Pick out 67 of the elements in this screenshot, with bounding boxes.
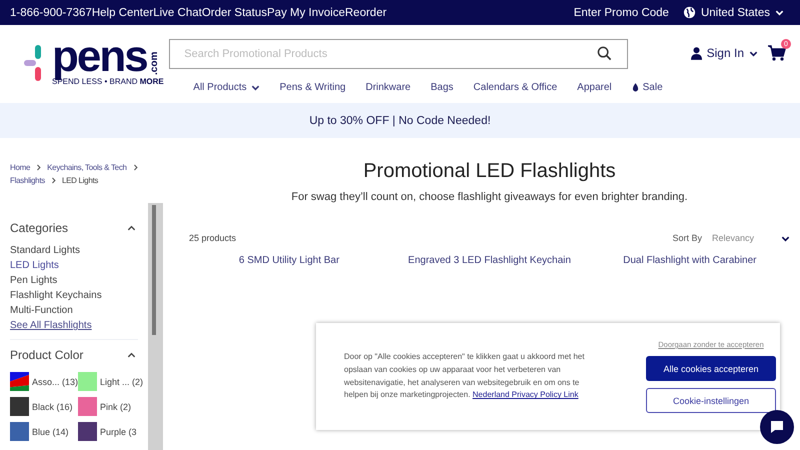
top-bar-link[interactable]: Reorder [345, 6, 387, 18]
search-icon [597, 46, 612, 61]
privacy-policy-link[interactable]: Nederland Privacy Policy Link [472, 390, 578, 400]
top-bar-link[interactable]: Pay My Invoice [267, 6, 345, 18]
top-bar-link[interactable]: 1-866-900-7367 [10, 6, 92, 18]
cookie-notice-text: Door op "Alle cookies accepteren" te klikken gaat u akkoord met het opslaan van cookies op uw apparaat voor het verbeteren van websitenavigatie, het analyseren van websitegebruik en om ons te helpen bij onze marketingprojecten. Nederland Privacy Policy Link [344, 350, 586, 402]
category-link[interactable]: See All Flashlights [10, 318, 92, 333]
top-bar-link[interactable]: Help Center [92, 6, 154, 18]
user-icon [690, 46, 702, 60]
chat-bubble-icon [770, 420, 784, 434]
category-link[interactable]: Standard Lights [10, 243, 138, 258]
breadcrumb-link[interactable]: Flashlights [10, 176, 45, 185]
chat-button[interactable] [760, 410, 794, 444]
nav-link[interactable]: Sale [632, 82, 663, 93]
nav-link[interactable]: Calendars & Office [473, 82, 558, 93]
product-count: 25 products [189, 233, 236, 243]
color-swatch[interactable] [10, 397, 29, 416]
top-bar-link[interactable]: Live Chat [153, 6, 202, 18]
color-option-label[interactable]: Pink (2) [100, 402, 132, 412]
top-bar-link[interactable]: Order Status [202, 6, 268, 18]
cookie-settings-button[interactable]: Cookie-instellingen [646, 388, 776, 413]
color-option-label[interactable]: Black (16) [32, 402, 73, 412]
nav-link[interactable]: All Products [193, 82, 260, 93]
color-swatch[interactable] [78, 372, 97, 391]
promo-text: Up to 30% OFF | No Code Needed! [309, 114, 491, 126]
color-option-label[interactable]: Light ... (2) [100, 376, 144, 386]
product-title-link[interactable]: 6 SMD Utility Light Bar [238, 255, 340, 266]
color-option-label[interactable]: Asso... (13) [32, 376, 78, 386]
cart-icon [768, 45, 786, 61]
chevron-down-icon [250, 83, 260, 92]
page-subtitle: For swag they’ll count on, choose flashlight giveaways for even brighter branding. [290, 191, 689, 203]
nav-link[interactable]: Bags [430, 82, 454, 93]
category-link[interactable]: LED Lights [10, 258, 138, 273]
promo-code-link[interactable]: Enter Promo Code [574, 6, 669, 18]
breadcrumb-current: LED Lights [62, 176, 98, 185]
globe-icon [682, 6, 696, 19]
chevron-up-icon[interactable] [127, 224, 136, 232]
color-swatch[interactable] [78, 397, 97, 416]
breadcrumb-link[interactable]: Keychains, Tools & Tech [47, 163, 127, 172]
breadcrumb-link[interactable]: Home [10, 163, 30, 172]
sign-in-link[interactable]: Sign In [690, 45, 758, 61]
sort-dropdown[interactable]: Relevancy [712, 233, 790, 243]
category-link[interactable]: Flashlight Keychains [10, 288, 138, 303]
nav-link[interactable]: Apparel [577, 82, 612, 93]
nav-link[interactable]: Drinkware [366, 82, 411, 93]
filter-heading[interactable]: Categories [10, 221, 68, 235]
category-link[interactable]: Multi-Function [10, 303, 138, 318]
category-link[interactable]: Pen Lights [10, 273, 138, 288]
country-selector[interactable]: United States [682, 6, 784, 19]
chevron-down-icon [775, 8, 784, 17]
filter-heading[interactable]: Product Color [10, 348, 84, 362]
color-option-label[interactable]: Blue (14) [32, 426, 69, 436]
chevron-right-icon [132, 164, 139, 171]
color-option-label[interactable]: Purple (3 [100, 426, 137, 436]
product-title-link[interactable]: Dual Flashlight with Carabiner [623, 255, 757, 266]
chevron-up-icon[interactable] [127, 350, 136, 360]
chevron-down-icon [749, 48, 758, 58]
page-title: Promotional LED Flashlights [362, 160, 617, 183]
product-title-link[interactable]: Engraved 3 LED Flashlight Keychain [408, 255, 571, 266]
color-swatch[interactable] [10, 372, 29, 391]
sort-label: Sort By [672, 233, 702, 243]
color-swatch[interactable] [78, 422, 97, 441]
nav-link[interactable]: Pens & Writing [280, 82, 346, 93]
search-field[interactable]: Search Promotional Products [169, 39, 628, 69]
scrollbar[interactable] [148, 203, 163, 450]
accept-cookies-button[interactable]: Alle cookies accepteren [646, 356, 776, 381]
color-swatch[interactable] [10, 422, 29, 441]
